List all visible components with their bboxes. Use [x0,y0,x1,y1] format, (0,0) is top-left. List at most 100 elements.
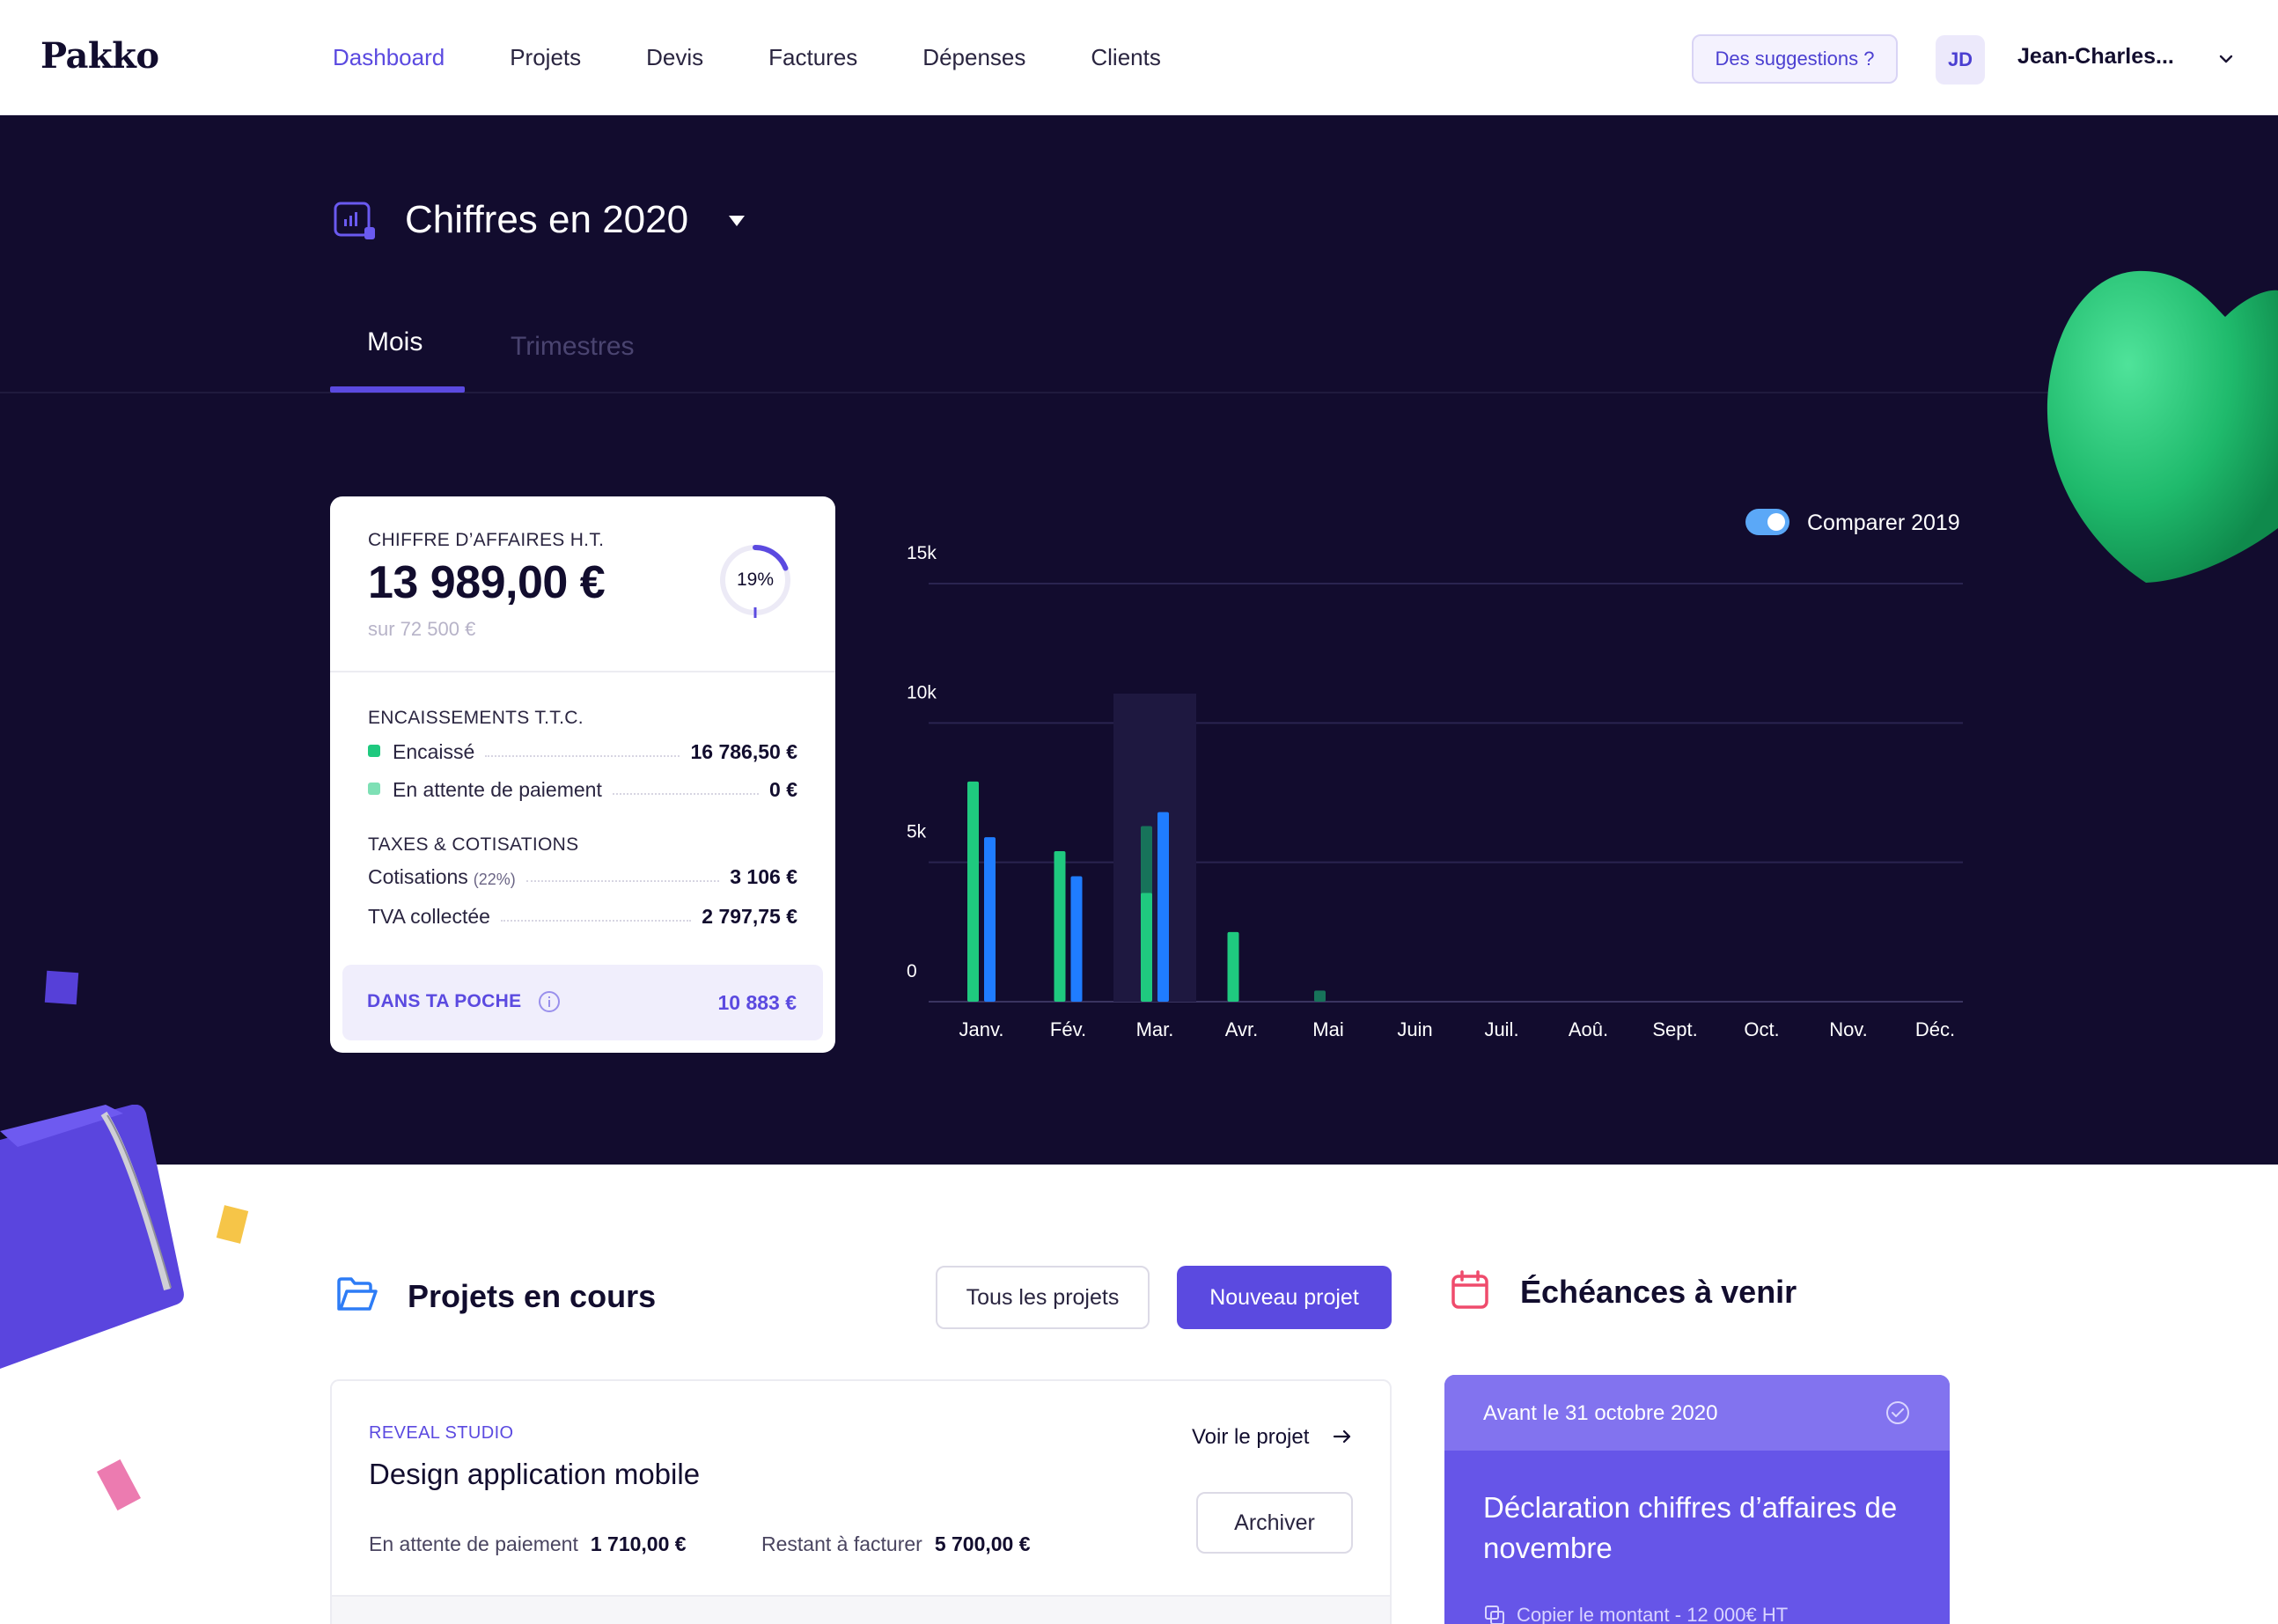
project-card-footer [332,1595,1390,1624]
encaisse-value: 16 786,50 € [690,740,797,763]
top-navbar: Pakko Dashboard Projets Devis Factures D… [0,0,2278,115]
x-tick-label: Fév. [1050,1018,1086,1040]
dotted-leader [612,793,760,795]
x-tick-label: Juin [1397,1018,1432,1040]
encaisse-label: Encaissé [393,740,475,763]
ca-amount: 13 989,00 € [368,557,606,608]
pocket-value: 10 883 € [717,991,797,1014]
calendar-icon [1451,1270,1488,1309]
bar-series-1 [967,781,979,1002]
card-divider [330,671,835,672]
deadline-card-header: Avant le 31 octobre 2020 [1444,1375,1950,1451]
active-tab-indicator [330,386,465,393]
ca-target: sur 72 500 € [368,618,476,640]
y-tick-label: 5k [907,822,927,842]
x-tick-label: Déc. [1915,1018,1955,1040]
bar-series-2 [1070,876,1083,1002]
y-tick-label: 0 [907,961,917,981]
revenue-summary-card: CHIFFRE D’AFFAIRES H.T. 13 989,00 € sur … [330,496,835,1053]
bar-series-2 [1157,812,1169,1002]
bar-series-1 [1054,851,1066,1002]
nav-item-depenses[interactable]: Dépenses [922,44,1025,71]
bar-series-2 [984,837,996,1002]
attente-row: En attente de paiement 0 € [368,774,797,802]
x-tick-label: Juil. [1484,1018,1518,1040]
deadline-card[interactable]: Avant le 31 octobre 2020 Déclaration chi… [1444,1375,1950,1624]
deadline-date: Avant le 31 octobre 2020 [1483,1401,1718,1425]
year-dropdown-caret-icon[interactable] [729,216,745,226]
x-tick-label: Sept. [1652,1018,1697,1040]
pocket-summary: DANS TA POCHE 10 883 € [342,965,823,1040]
app-logo[interactable]: Pakko [40,35,159,77]
view-project-link[interactable]: Voir le projet [1192,1425,1309,1450]
copy-amount-link[interactable]: Copier le montant - 12 000€ HT [1483,1604,1788,1624]
pending-label: En attente de paiement [369,1532,578,1555]
nav-item-dashboard[interactable]: Dashboard [333,44,445,71]
nav-item-factures[interactable]: Factures [768,44,857,71]
tva-value: 2 797,75 € [702,905,797,928]
avatar[interactable]: JD [1936,35,1985,85]
monthly-revenue-chart: 15k 10k 5k 0 Janv. Fév. Mar. Avr. Mai Juin Juil. Ao… [907,543,1963,1040]
nav-item-devis[interactable]: Devis [646,44,703,71]
highlight-column [1113,694,1196,1002]
chart-report-icon [334,202,375,239]
project-pending: En attente de paiement 1 710,00 € [369,1532,687,1556]
square-confetti [44,970,79,1005]
encaisse-row: Encaissé 16 786,50 € [368,736,797,764]
project-remaining: Restant à facturer 5 700,00 € [761,1532,1031,1556]
bar-series-1 [1227,931,1239,1002]
deadline-title: Déclaration chiffres d’affaires de novem… [1483,1491,1898,1564]
legend-dot [368,783,380,795]
attente-label: En attente de paiement [393,778,602,801]
cotisations-rate: (22%) [473,871,516,888]
progress-percent: 19% [736,570,775,590]
info-icon[interactable] [538,990,561,1013]
cotisations-label: Cotisations [368,865,468,888]
page-title: Chiffres en 2020 [405,198,689,241]
y-tick-label: 15k [907,543,937,563]
remaining-label: Restant à facturer [761,1532,922,1555]
dotted-leader [485,755,680,757]
ca-label: CHIFFRE D’AFFAIRES H.T. [368,530,605,550]
check-circle-icon[interactable] [1885,1400,1911,1426]
user-name[interactable]: Jean-Charles... [2017,44,2174,70]
all-projects-button[interactable]: Tous les projets [936,1266,1150,1329]
cotisations-value: 3 106 € [730,865,797,888]
pending-value: 1 710,00 € [590,1532,687,1555]
chevron-down-icon[interactable] [2215,48,2238,70]
new-project-button[interactable]: Nouveau projet [1177,1266,1392,1329]
nav-item-projets[interactable]: Projets [510,44,581,71]
copy-amount-label: Copier le montant - 12 000€ HT [1517,1604,1789,1624]
project-card: REVEAL STUDIO Design application mobile … [330,1379,1392,1624]
copy-icon [1485,1606,1504,1624]
nav-item-clients[interactable]: Clients [1091,44,1160,71]
cotisations-row: Cotisations (22%) 3 106 € [368,861,797,889]
folder-icon [337,1277,378,1311]
x-tick-label: Oct. [1744,1018,1779,1040]
x-tick-label: Aoû. [1569,1018,1608,1040]
heart-decoration [2047,270,2278,583]
x-tick-label: Avr. [1225,1018,1259,1040]
tab-trimestres[interactable]: Trimestres [511,332,635,362]
x-tick-label: Nov. [1829,1018,1868,1040]
bar-series-1 [1141,893,1152,1002]
pocket-label: DANS TA POCHE [367,991,522,1011]
dotted-leader [500,920,692,922]
arrow-right-icon[interactable] [1332,1426,1353,1447]
y-tick-label: 10k [907,682,937,702]
deadlines-section-title: Échéances à venir [1520,1274,1797,1310]
tva-row: TVA collectée 2 797,75 € [368,900,797,929]
tva-label: TVA collectée [368,905,490,928]
project-name: Design application mobile [369,1458,701,1490]
taxes-label: TAXES & COTISATIONS [368,834,579,855]
suggestions-button[interactable]: Des suggestions ? [1692,34,1898,84]
x-tick-label: Janv. [959,1018,1004,1040]
dotted-leader [525,880,720,882]
project-client: REVEAL STUDIO [369,1423,514,1443]
tab-mois[interactable]: Mois [367,327,423,357]
yellow-confetti [216,1205,249,1244]
folder-decoration [0,1105,184,1369]
projects-section-title: Projets en cours [408,1278,657,1314]
main-nav: Dashboard Projets Devis Factures Dépense… [333,0,1226,115]
archive-button[interactable]: Archiver [1196,1492,1353,1554]
